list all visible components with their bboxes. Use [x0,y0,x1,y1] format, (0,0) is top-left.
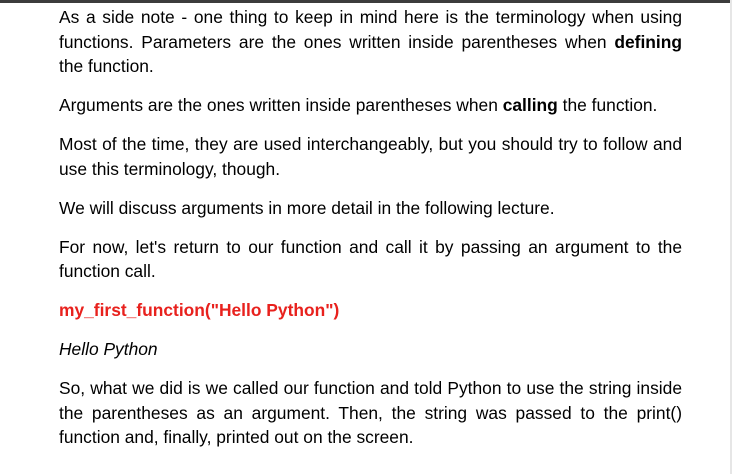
paragraph-text: the function. [59,56,154,76]
paragraph-parameters: As a side note - one thing to keep in mi… [59,5,682,79]
paragraph-arguments: Arguments are the ones written inside pa… [59,93,682,118]
bold-term-defining: defining [614,31,682,52]
paragraph-interchangeably: Most of the time, they are used intercha… [59,134,682,179]
code-function-call: my_first_function("Hello Python") [59,300,340,320]
bold-term-calling: calling [502,95,558,115]
code-output: Hello Python [59,339,158,359]
document-page: As a side note - one thing to keep in mi… [59,5,682,464]
top-rule [0,0,732,3]
paragraph-explanation: So, what we did is we called our functio… [59,378,682,447]
paragraph-next-lecture: We will discuss arguments in more detail… [59,197,555,218]
paragraph-text: the function. [557,95,658,115]
paragraph-text: Arguments are the ones written inside pa… [59,95,503,115]
paragraph-text: As a side note - one thing to keep in mi… [59,7,682,52]
paragraph-return-to-function: For now, let's return to our function an… [59,236,682,282]
